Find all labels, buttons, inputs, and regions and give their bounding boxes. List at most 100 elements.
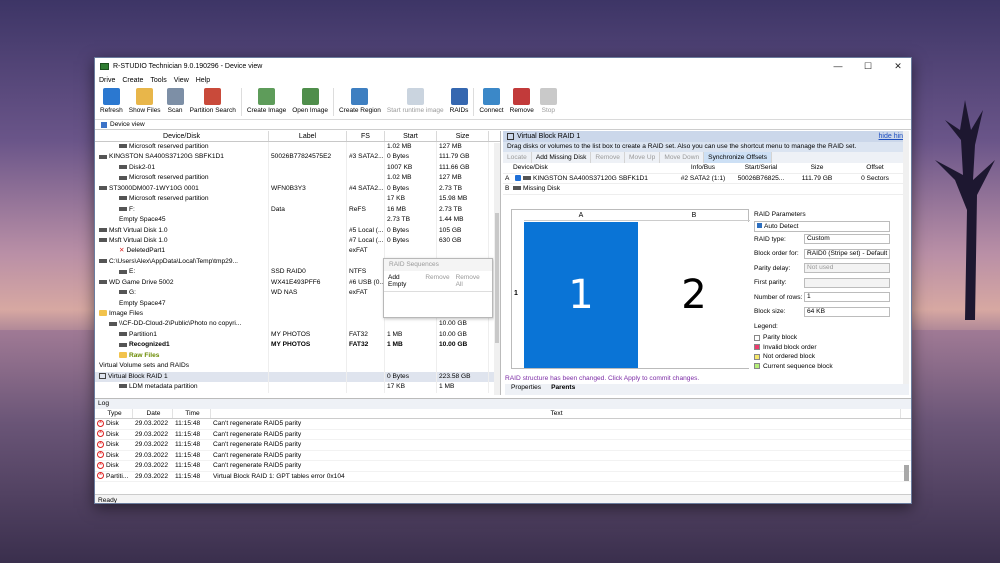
device-name-cell: Microsoft reserved partition (95, 194, 269, 205)
device-name: Msft Virtual Disk 1.0 (109, 236, 168, 244)
device-row[interactable]: Raw Files (95, 350, 500, 362)
maximize-button[interactable]: ☐ (855, 58, 881, 74)
log-row[interactable]: × Disk 29.03.2022 11:15:48 Can't regenerate … (95, 430, 911, 440)
minimize-button[interactable]: — (825, 58, 851, 74)
block-a1[interactable]: 1 (524, 222, 638, 368)
device-name-cell: Disk2-01 (95, 162, 269, 174)
log-column-time[interactable]: Time (173, 409, 211, 418)
device-row[interactable]: KINGSTON SA400S37120G SBFK1D1 50026B77824… (95, 152, 500, 163)
first-parity-select[interactable] (804, 277, 890, 288)
raid-panel: Virtual Block RAID 1 hide hint Drag disk… (503, 131, 909, 395)
column-header-fs[interactable]: FS (347, 131, 385, 141)
device-row[interactable]: Msft Virtual Disk 1.0 #7 Local (... 0 Byte… (95, 235, 500, 247)
device-name: F: (129, 205, 135, 213)
raids-button[interactable]: RAIDs (447, 88, 472, 114)
refresh-button[interactable]: Refresh (97, 88, 126, 114)
raid-scrollbar[interactable] (903, 131, 909, 384)
synchronize-offsets-button[interactable]: Synchronize Offsets (704, 152, 773, 163)
device-row[interactable]: ✕ DeletedPart1 exFAT (95, 246, 500, 257)
device-row[interactable]: Partition1 MY PHOTOS FAT32 1 MB 10.00 GB (95, 329, 500, 341)
log-type-text: Partiti... (106, 472, 129, 480)
menu-tools[interactable]: Tools (150, 77, 166, 84)
device-row[interactable]: Disk2-01 1007 KB 111.66 GB (95, 162, 500, 174)
log-row[interactable]: × Disk 29.03.2022 11:15:48 Can't regenerate … (95, 440, 911, 451)
device-row[interactable]: Virtual Block RAID 1 0 Bytes 223.58 GB (95, 371, 500, 383)
device-row[interactable]: Microsoft reserved partition 17 KB 15.98 M… (95, 194, 500, 205)
error-icon: × (97, 430, 104, 438)
device-row[interactable]: Microsoft reserved partition 1.02 MB 127 M… (95, 142, 500, 153)
device-label-cell (269, 225, 347, 236)
block-order-for-select[interactable]: RAID0 (Stripe set) - Default (804, 248, 890, 259)
device-start-cell: 2.73 TB (385, 215, 437, 226)
hide-hint-link[interactable]: hide hint (879, 133, 905, 140)
column-header-label[interactable]: Label (269, 131, 347, 141)
member-row[interactable]: B Missing Disk (503, 184, 909, 195)
raid-parameters-title: RAID Parameters (754, 211, 806, 218)
column-header-size[interactable]: Size (437, 131, 489, 141)
member-checkbox[interactable] (515, 174, 521, 181)
move-up-button[interactable]: Move Up (625, 152, 661, 163)
bottom-tabs: Properties Parents (505, 384, 909, 395)
device-row[interactable]: F: Data ReFS 16 MB 2.73 TB (95, 204, 500, 216)
tab-properties[interactable]: Properties (511, 384, 541, 395)
device-scrollbar[interactable] (494, 143, 500, 395)
log-time: 11:15:48 (175, 441, 201, 448)
log-row[interactable]: × Disk 29.03.2022 11:15:48 Can't regenerate … (95, 419, 911, 430)
menu-create[interactable]: Create (122, 77, 143, 84)
remove-button[interactable]: Remove (507, 88, 537, 114)
column-header-start[interactable]: Start (385, 131, 437, 141)
device-row[interactable]: ST3000DM007-1WY10G 0001 WFN0B3Y3 #4 SATA2.… (95, 183, 500, 195)
device-row[interactable]: \\CF-DD-Cloud-2\Public\Photo no copyri..… (95, 319, 500, 330)
device-row[interactable]: Msft Virtual Disk 1.0 #5 Local (... 0 Byte… (95, 225, 500, 236)
device-row[interactable]: Empty Space45 2.73 TB 1.44 MB (95, 215, 500, 226)
block-size-select[interactable]: 64 KB (804, 306, 890, 317)
remove-sequence-button[interactable]: Remove (425, 274, 449, 288)
close-button[interactable]: ✕ (885, 58, 911, 74)
device-row[interactable]: Microsoft reserved partition 1.02 MB 127 M… (95, 173, 500, 184)
add-empty-button[interactable]: Add Empty (388, 274, 419, 288)
partition-search-button[interactable]: Partition Search (187, 88, 239, 114)
column-header-device-disk[interactable]: Device/Disk (95, 131, 269, 141)
tab-parents[interactable]: Parents (551, 384, 575, 395)
block-b1[interactable]: 2 (638, 222, 750, 368)
log-row[interactable]: × Disk 29.03.2022 11:15:48 Can't regenerate … (95, 451, 911, 461)
start-runtime-image-button[interactable]: Start runtime image (384, 88, 447, 114)
device-row[interactable]: Recognized1 MY PHOTOS FAT32 1 MB 10.00 GB (95, 340, 500, 351)
log-scrollbar[interactable] (904, 465, 909, 481)
toolbar-separator (473, 88, 475, 116)
auto-detect-button[interactable]: Auto Detect (754, 221, 890, 232)
add-missing-disk-button[interactable]: Add Missing Disk (532, 152, 592, 163)
parity-delay-select[interactable]: Not used (804, 263, 890, 274)
device-label-cell (269, 256, 347, 268)
log-column-type[interactable]: Type (95, 409, 133, 418)
locate-button[interactable]: Locate (503, 152, 532, 163)
legend-swatch (754, 344, 760, 351)
log-row[interactable]: × Partiti... 29.03.2022 11:15:48 Virtual Blo… (95, 472, 911, 482)
device-row[interactable]: LDM metadata partition 17 KB 1 MB (95, 382, 500, 393)
log-time: 11:15:48 (175, 472, 201, 480)
remove-button[interactable]: Remove (591, 152, 625, 163)
scan-button[interactable]: Scan (164, 88, 187, 114)
raid-title: Virtual Block RAID 1 (517, 133, 581, 140)
menu-drive[interactable]: Drive (99, 77, 115, 84)
raid-type-select[interactable]: Custom (804, 234, 890, 245)
member-row[interactable]: A KINGSTON SA400S37120G SBFK1D1 #2 SATA2 (… (503, 174, 909, 184)
move-down-button[interactable]: Move Down (660, 152, 705, 163)
number-of-rows-select[interactable]: 1 (804, 292, 890, 303)
stop-button[interactable]: Stop (537, 88, 560, 114)
log-column-text[interactable]: Text (211, 409, 901, 418)
show-files-button[interactable]: Show Files (126, 88, 164, 114)
device-start-cell: 0 Bytes (385, 183, 437, 195)
connect-button[interactable]: Connect (476, 88, 506, 114)
log-column-date[interactable]: Date (133, 409, 173, 418)
menu-view[interactable]: View (174, 77, 189, 84)
create-region-button[interactable]: Create Region (336, 88, 384, 114)
log-row[interactable]: × Disk 29.03.2022 11:15:48 Can't regenerate … (95, 461, 911, 472)
device-label-cell (269, 235, 347, 247)
open-image-button[interactable]: Open Image (289, 88, 331, 114)
menu-help[interactable]: Help (196, 77, 210, 84)
create-image-button[interactable]: Create Image (244, 88, 289, 114)
device-row[interactable]: Virtual Volume sets and RAIDs (95, 361, 500, 372)
remove-all-button[interactable]: Remove All (456, 274, 488, 288)
device-fs-cell: #3 SATA2... (347, 152, 385, 163)
